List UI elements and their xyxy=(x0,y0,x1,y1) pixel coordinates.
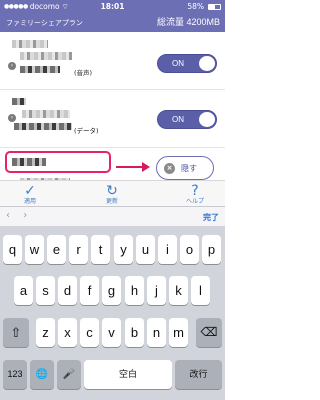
battery-icon xyxy=(208,4,221,10)
shift-key[interactable]: ⇧ xyxy=(3,318,29,347)
key-d[interactable]: d xyxy=(58,276,77,305)
key-t[interactable]: t xyxy=(91,235,110,264)
checkmark-icon: ✓ xyxy=(24,183,36,199)
key-z[interactable]: z xyxy=(36,318,55,347)
next-field-icon[interactable]: › xyxy=(23,210,27,221)
help-icon: ? xyxy=(191,183,199,199)
hide-button-label: 隠す xyxy=(181,164,197,173)
key-e[interactable]: e xyxy=(47,235,66,264)
keyboard: q w e r t y u i o p a s d f g h j k l ⇧ … xyxy=(0,226,225,400)
refresh-button[interactable]: ↻ 更新 xyxy=(82,181,142,207)
key-a[interactable]: a xyxy=(14,276,33,305)
arrowhead-icon xyxy=(142,162,150,172)
space-key[interactable]: 空白 xyxy=(84,360,172,389)
member-toggle[interactable]: ON xyxy=(157,110,217,129)
refresh-label: 更新 xyxy=(105,198,118,205)
keyboard-accessory-bar: ‹ › 完了 xyxy=(0,206,225,226)
member-row: › (データ) ON xyxy=(0,90,225,148)
highlight-annotation-box xyxy=(5,151,111,173)
redacted-number xyxy=(20,52,72,60)
key-n[interactable]: n xyxy=(147,318,166,347)
toggle-knob xyxy=(199,112,215,127)
close-icon: × xyxy=(164,163,175,174)
toggle-knob xyxy=(199,56,215,71)
key-o[interactable]: o xyxy=(180,235,199,264)
redacted-number xyxy=(14,123,72,130)
redacted-name xyxy=(12,98,26,105)
key-c[interactable]: c xyxy=(80,318,99,347)
bottom-toolbar: ✓ 適用 ↻ 更新 ? ヘルプ xyxy=(0,180,225,206)
member-toggle[interactable]: ON xyxy=(157,54,217,73)
line-type-label: (音声) xyxy=(74,69,93,77)
toggle-label: ON xyxy=(172,115,184,124)
done-button[interactable]: 完了 xyxy=(203,212,219,223)
line-type-label: (データ) xyxy=(74,127,99,135)
member-row: › (音声) ON xyxy=(0,32,225,90)
numbers-key[interactable]: 123 xyxy=(3,360,27,389)
app-screen: ●●●●● docomo ⌔ 18:01 58% ファミリーシェアプラン 総流量… xyxy=(0,0,225,400)
key-v[interactable]: v xyxy=(102,318,121,347)
chevron-right-icon[interactable]: › xyxy=(8,114,16,122)
refresh-icon: ↻ xyxy=(106,183,118,199)
key-r[interactable]: r xyxy=(69,235,88,264)
redacted-name xyxy=(12,40,48,48)
key-l[interactable]: l xyxy=(191,276,210,305)
key-m[interactable]: m xyxy=(169,318,188,347)
total-usage: 総流量 4200MB xyxy=(156,17,220,27)
hide-member-button[interactable]: × 隠す xyxy=(156,156,214,180)
key-y[interactable]: y xyxy=(114,235,133,264)
chevron-right-icon[interactable]: › xyxy=(8,62,16,70)
apply-button[interactable]: ✓ 適用 xyxy=(0,181,60,207)
key-b[interactable]: b xyxy=(125,318,144,347)
microphone-icon[interactable]: 🎤 xyxy=(57,360,81,389)
key-f[interactable]: f xyxy=(80,276,99,305)
status-bar: ●●●●● docomo ⌔ 18:01 58% xyxy=(0,0,225,14)
key-k[interactable]: k xyxy=(169,276,188,305)
apply-label: 適用 xyxy=(23,198,36,205)
redacted-number xyxy=(22,110,70,118)
key-w[interactable]: w xyxy=(25,235,44,264)
toggle-label: ON xyxy=(172,59,184,68)
return-key[interactable]: 改行 xyxy=(175,360,222,389)
key-j[interactable]: j xyxy=(147,276,166,305)
member-list: › (音声) ON › (データ) ON › (データ) xyxy=(0,32,225,193)
key-i[interactable]: i xyxy=(158,235,177,264)
page-title: ファミリーシェアプラン xyxy=(6,19,83,27)
battery-percent: 58% xyxy=(187,2,204,11)
key-q[interactable]: q xyxy=(3,235,22,264)
key-g[interactable]: g xyxy=(102,276,121,305)
previous-field-icon[interactable]: ‹ xyxy=(6,210,10,221)
key-p[interactable]: p xyxy=(202,235,221,264)
help-button[interactable]: ? ヘルプ xyxy=(165,181,225,207)
key-s[interactable]: s xyxy=(36,276,55,305)
key-u[interactable]: u xyxy=(136,235,155,264)
redacted-number xyxy=(20,66,60,73)
help-label: ヘルプ xyxy=(185,198,204,205)
globe-icon[interactable]: 🌐 xyxy=(30,360,54,389)
key-x[interactable]: x xyxy=(58,318,77,347)
app-header: ファミリーシェアプラン 総流量 4200MB xyxy=(0,14,225,32)
delete-key[interactable]: ⌫ xyxy=(196,318,222,347)
key-h[interactable]: h xyxy=(125,276,144,305)
